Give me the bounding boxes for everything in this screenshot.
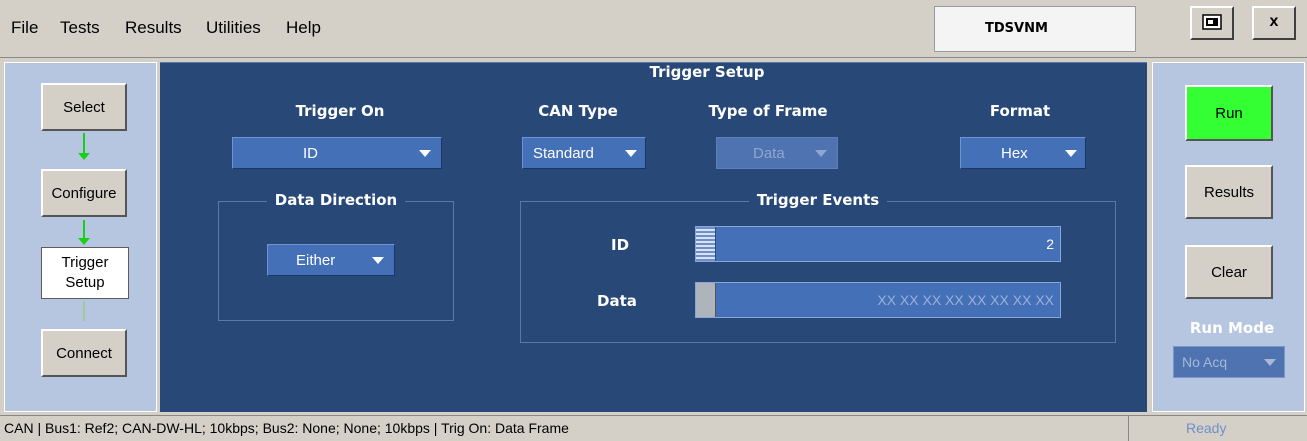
trigger-on-value: ID xyxy=(303,145,318,162)
id-input[interactable]: 2 xyxy=(695,226,1061,262)
can-type-dropdown[interactable]: Standard xyxy=(522,137,646,169)
app-title-box: TDSVNM xyxy=(934,6,1136,52)
trigger-setup-label-line2: Setup xyxy=(65,274,105,291)
data-input[interactable]: XX XX XX XX XX XX XX XX xyxy=(695,282,1061,318)
menu-tests[interactable]: Tests xyxy=(60,18,100,38)
data-direction-dropdown[interactable]: Either xyxy=(267,244,395,276)
arrow-down-icon xyxy=(78,301,90,327)
control-panel: Run Results Clear Run Mode No Acq xyxy=(1152,62,1305,412)
format-value: Hex xyxy=(1001,145,1028,162)
id-label: ID xyxy=(611,236,630,254)
dropdown-arrow-icon xyxy=(1264,359,1276,366)
arrow-down-icon xyxy=(78,220,90,248)
data-direction-label: Data Direction xyxy=(266,191,406,209)
menu-utilities[interactable]: Utilities xyxy=(206,18,261,38)
menu-file[interactable]: File xyxy=(11,18,38,38)
monitor-icon xyxy=(1202,14,1222,30)
minimize-button[interactable] xyxy=(1190,6,1234,40)
frame-type-dropdown: Data xyxy=(716,137,838,169)
trigger-events-label: Trigger Events xyxy=(748,191,888,209)
trigger-on-label: Trigger On xyxy=(295,102,385,120)
dropdown-arrow-icon xyxy=(1065,150,1077,157)
data-value: XX XX XX XX XX XX XX XX xyxy=(877,292,1054,308)
trigger-on-dropdown[interactable]: ID xyxy=(232,137,442,169)
data-edit-handle[interactable] xyxy=(696,283,716,317)
close-button[interactable]: x xyxy=(1252,6,1296,40)
data-direction-group: Data Direction Either xyxy=(218,191,454,321)
run-mode-dropdown: No Acq xyxy=(1173,346,1285,378)
status-bar: CAN | Bus1: Ref2; CAN-DW-HL; 10kbps; Bus… xyxy=(0,415,1307,441)
arrow-down-icon xyxy=(78,133,90,163)
menu-results[interactable]: Results xyxy=(125,18,182,38)
dropdown-arrow-icon xyxy=(372,257,384,264)
clear-button[interactable]: Clear xyxy=(1185,245,1273,299)
run-mode-value: No Acq xyxy=(1182,354,1228,370)
dropdown-arrow-icon xyxy=(625,150,637,157)
can-type-label: CAN Type xyxy=(538,102,618,120)
workflow-nav-panel: Select Configure Trigger Setup Connect xyxy=(4,62,157,412)
trigger-setup-label-line1: Trigger xyxy=(61,254,109,271)
run-mode-label: Run Mode xyxy=(1189,319,1275,337)
connect-button[interactable]: Connect xyxy=(41,329,127,377)
menu-help[interactable]: Help xyxy=(286,18,321,38)
trigger-setup-button[interactable]: Trigger Setup xyxy=(41,247,129,299)
status-divider xyxy=(1128,416,1129,441)
menu-bar: File Tests Results Utilities Help TDSVNM… xyxy=(0,0,1307,58)
format-dropdown[interactable]: Hex xyxy=(960,137,1086,169)
select-button[interactable]: Select xyxy=(41,83,127,131)
format-label: Format xyxy=(989,102,1051,120)
panel-title: Trigger Setup xyxy=(649,63,765,81)
run-button[interactable]: Run xyxy=(1185,85,1273,141)
id-edit-handle[interactable] xyxy=(696,227,716,261)
frame-type-value: Data xyxy=(753,145,785,162)
results-button[interactable]: Results xyxy=(1185,165,1273,219)
frame-type-label: Type of Frame xyxy=(708,102,828,120)
data-direction-value: Either xyxy=(296,252,336,269)
id-value: 2 xyxy=(1046,236,1054,252)
app-title: TDSVNM xyxy=(985,21,1048,36)
status-text: CAN | Bus1: Ref2; CAN-DW-HL; 10kbps; Bus… xyxy=(4,420,569,436)
ready-status: Ready xyxy=(1186,420,1227,436)
trigger-setup-panel: Trigger Setup Trigger On CAN Type Type o… xyxy=(160,62,1147,412)
can-type-value: Standard xyxy=(533,145,594,162)
dropdown-arrow-icon xyxy=(419,150,431,157)
configure-button[interactable]: Configure xyxy=(41,169,127,217)
dropdown-arrow-icon xyxy=(815,150,827,157)
data-label: Data xyxy=(597,292,637,310)
trigger-events-group: Trigger Events ID 2 Data XX XX XX XX XX … xyxy=(520,191,1116,343)
